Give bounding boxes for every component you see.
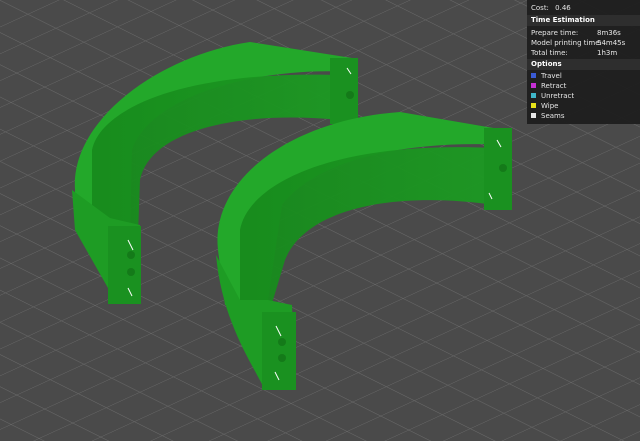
model-printing-time-row: Model printing time: 54m45s — [531, 39, 636, 48]
prepare-time-row: Prepare time: 8m36s — [531, 29, 636, 38]
travel-swatch-icon — [531, 73, 536, 78]
cost-label: Cost: — [531, 4, 549, 12]
option-unretract[interactable]: Unretract — [531, 92, 636, 101]
option-seams[interactable]: Seams — [531, 112, 636, 121]
cost-row: Cost: 0.46 — [531, 4, 636, 13]
option-label: Unretract — [541, 92, 575, 100]
total-time-row: Total time: 1h3m — [531, 49, 636, 58]
retract-swatch-icon — [531, 83, 536, 88]
prepare-time-label: Prepare time: — [531, 29, 579, 37]
option-label: Travel — [541, 72, 562, 80]
time-estimation-header: Time Estimation — [527, 15, 640, 26]
model-printing-time-value: 54m45s — [597, 39, 626, 47]
option-label: Wipe — [541, 102, 559, 110]
option-label: Retract — [541, 82, 567, 90]
total-time-value: 1h3m — [597, 49, 618, 57]
wipe-swatch-icon — [531, 103, 536, 108]
options-header: Options — [527, 59, 640, 70]
legend-panel: Cost: 0.46 Time Estimation Prepare time:… — [527, 0, 640, 124]
option-travel[interactable]: Travel — [531, 72, 636, 81]
model-printing-time-label: Model printing time: — [531, 39, 602, 47]
total-time-label: Total time: — [531, 49, 568, 57]
option-retract[interactable]: Retract — [531, 82, 636, 91]
option-label: Seams — [541, 112, 565, 120]
seams-swatch-icon — [531, 113, 536, 118]
cost-value: 0.46 — [555, 4, 571, 12]
option-wipe[interactable]: Wipe — [531, 102, 636, 111]
unretract-swatch-icon — [531, 93, 536, 98]
prepare-time-value: 8m36s — [597, 29, 621, 37]
